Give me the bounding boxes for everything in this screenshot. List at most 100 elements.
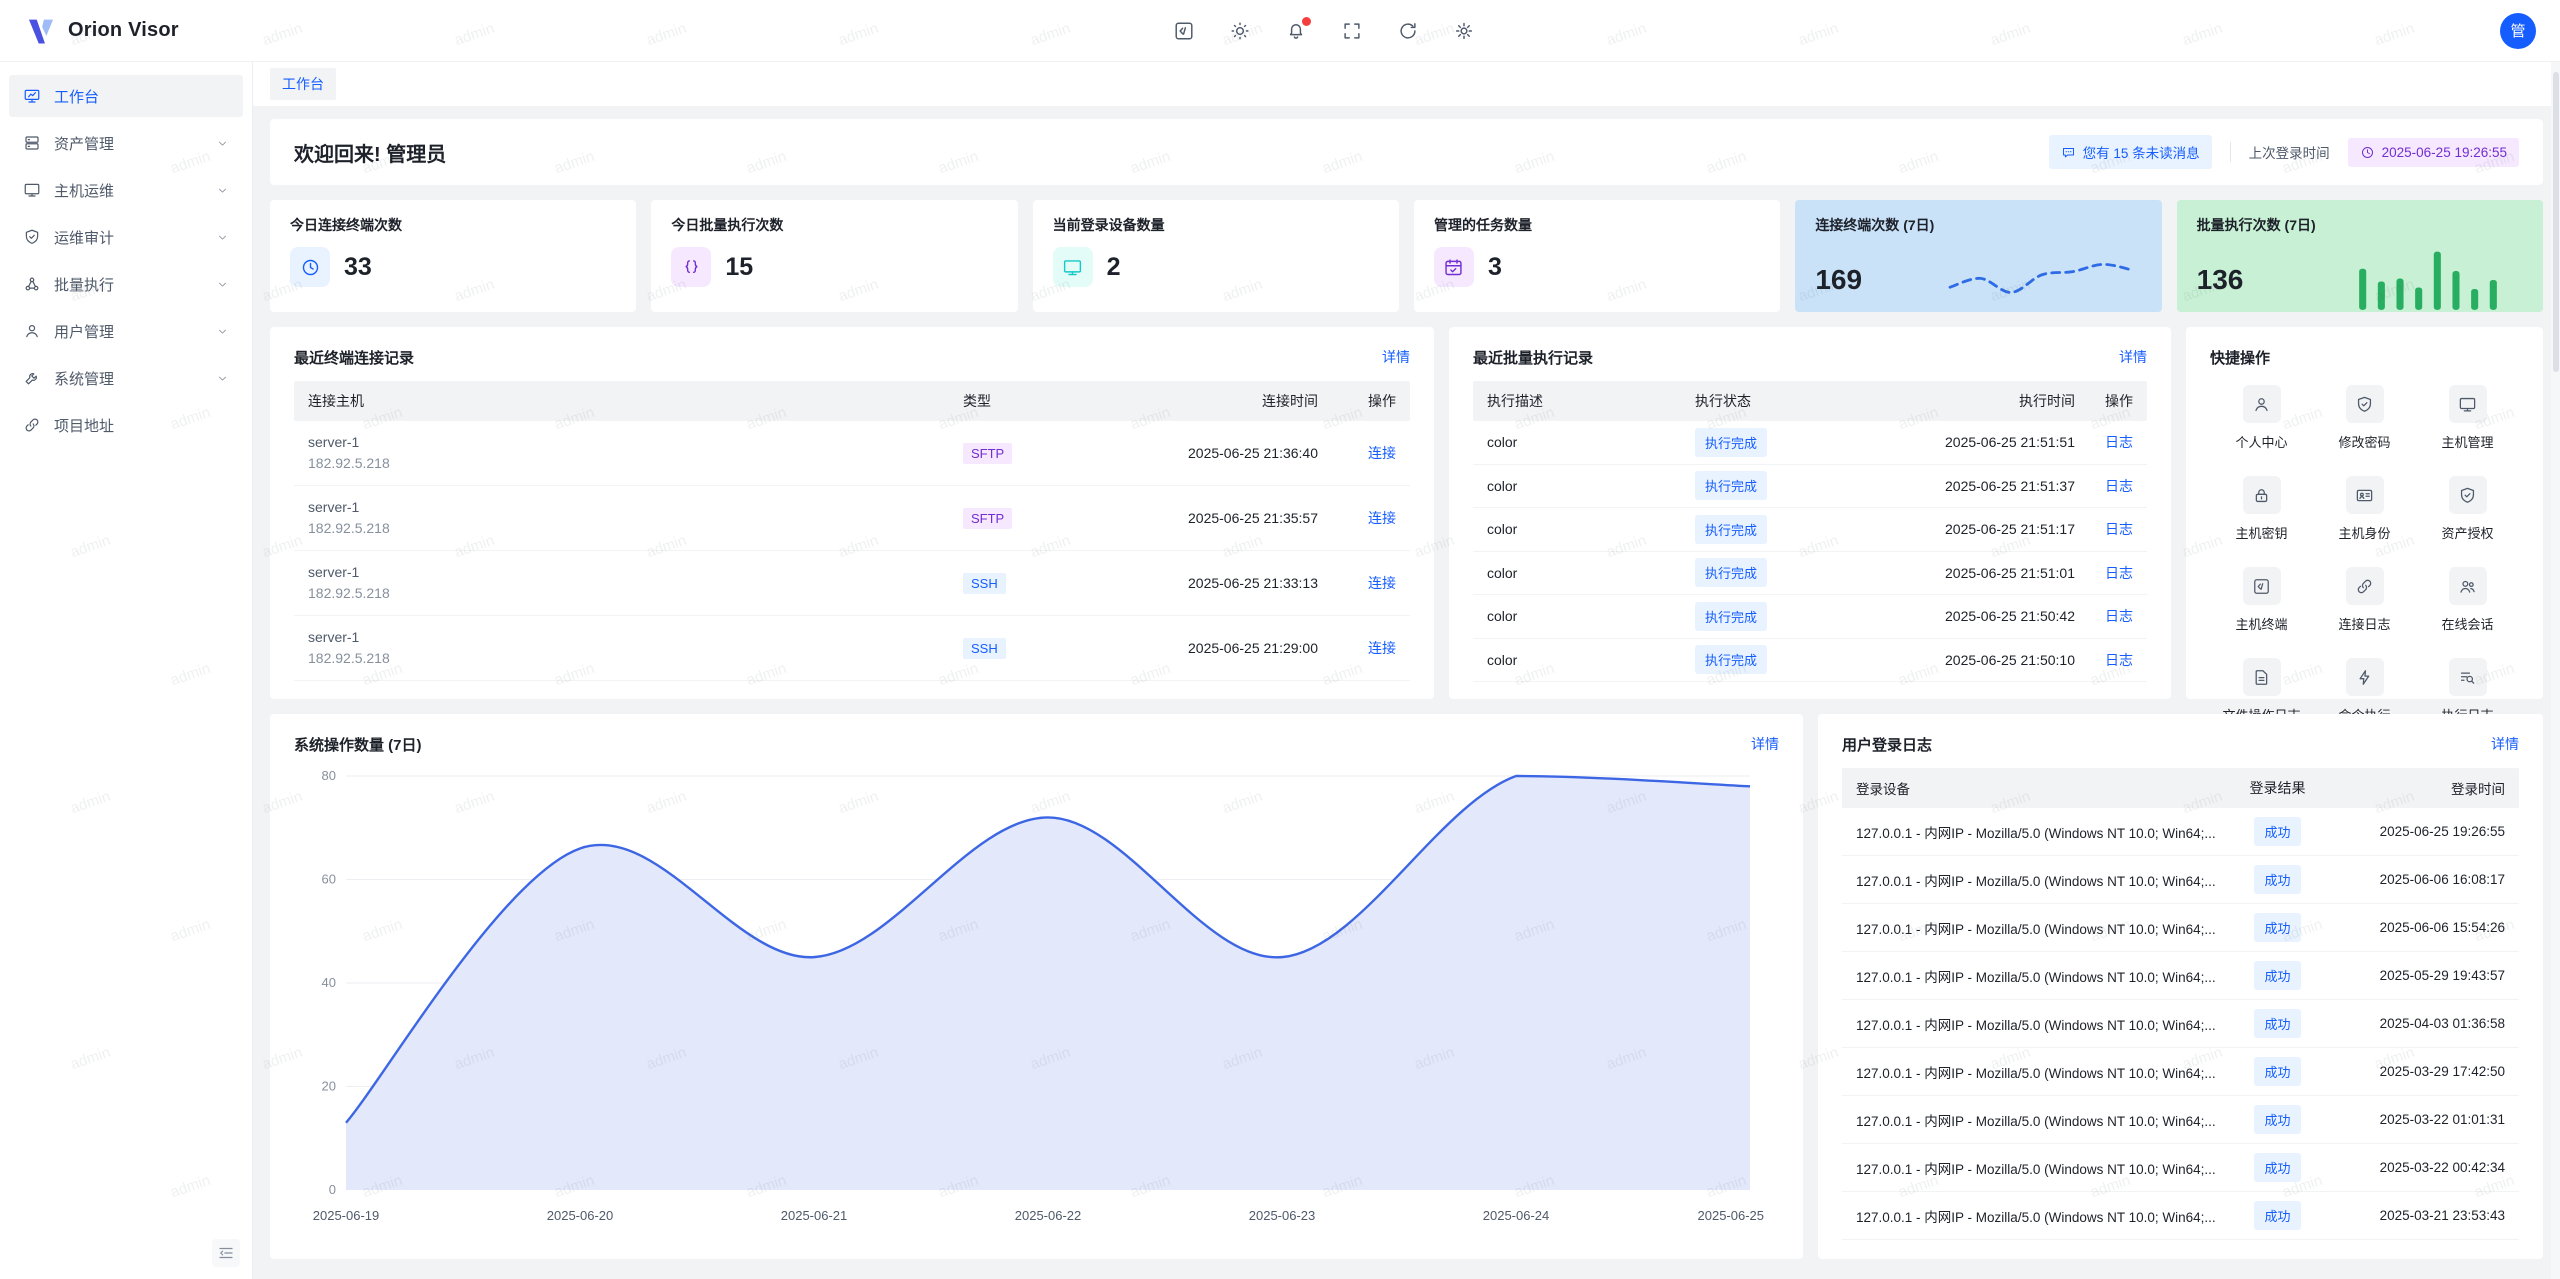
quick-action-label: 主机密钥 <box>2235 523 2287 542</box>
quick-action[interactable]: 资产授权 <box>2416 476 2519 542</box>
sidebar-item[interactable]: 资产管理 <box>9 122 243 164</box>
sidebar-item[interactable]: 项目地址 <box>9 404 243 446</box>
top-header: Orion Visor <box>0 0 2560 62</box>
log-link[interactable]: 日志 <box>2105 478 2133 494</box>
sidebar-item[interactable]: 批量执行 <box>9 263 243 305</box>
sidebar-item[interactable]: 运维审计 <box>9 216 243 258</box>
exec-time: 2025-06-25 21:51:37 <box>1845 478 2075 494</box>
connect-time: 2025-06-25 21:35:57 <box>1083 510 1318 526</box>
quick-action[interactable]: 在线会话 <box>2416 567 2519 633</box>
connect-link[interactable]: 连接 <box>1368 510 1396 526</box>
table-row: color 执行完成 2025-06-25 21:51:17 日志 <box>1473 508 2147 552</box>
code-square-icon <box>1173 20 1195 42</box>
svg-text:80: 80 <box>322 768 336 783</box>
panel-title: 快捷操作 <box>2210 347 2270 368</box>
terminal-7d-sparkline <box>1942 247 2142 313</box>
breadcrumb-item[interactable]: 工作台 <box>270 68 336 100</box>
sidebar-item-label: 系统管理 <box>54 368 216 389</box>
quick-action[interactable]: 连接日志 <box>2313 567 2416 633</box>
log-link[interactable]: 日志 <box>2105 608 2133 624</box>
login-device: 127.0.0.1 - 内网IP - Mozilla/5.0 (Windows … <box>1856 1014 2230 1034</box>
status-badge: 执行完成 <box>1695 558 1767 587</box>
log-link[interactable]: 日志 <box>2105 652 2133 668</box>
login-time: 2025-04-03 01:36:58 <box>2325 1016 2505 1031</box>
terminal-detail-link[interactable]: 详情 <box>1382 347 1410 367</box>
exec-time: 2025-06-25 21:51:01 <box>1845 565 2075 581</box>
last-login-label: 上次登录时间 <box>2230 142 2330 162</box>
exec-desc: color <box>1487 608 1695 624</box>
page-scrollbar[interactable] <box>2551 62 2560 1279</box>
sidebar-item-label: 运维审计 <box>54 227 216 248</box>
message-icon <box>2061 145 2076 160</box>
code-square-icon <box>2252 577 2271 596</box>
exec-time: 2025-06-25 21:50:42 <box>1845 608 2075 624</box>
sidebar-item-label: 资产管理 <box>54 133 216 154</box>
login-detail-link[interactable]: 详情 <box>2491 734 2519 754</box>
quick-action[interactable]: 修改密码 <box>2313 385 2416 451</box>
log-link[interactable]: 日志 <box>2105 565 2133 581</box>
svg-text:2025-06-25: 2025-06-25 <box>1698 1208 1765 1223</box>
chevron-down-icon <box>216 278 229 291</box>
table-row: server-1 182.92.5.218 SSH 2025-06-25 21:… <box>294 616 1410 681</box>
sidebar-item[interactable]: 主机运维 <box>9 169 243 211</box>
exec-time: 2025-06-25 21:51:51 <box>1845 434 2075 450</box>
quick-action[interactable]: 主机身份 <box>2313 476 2416 542</box>
search-list-icon <box>2458 668 2477 687</box>
user-avatar[interactable]: 管 <box>2500 13 2536 49</box>
log-link[interactable]: 日志 <box>2105 434 2133 450</box>
connect-link[interactable]: 连接 <box>1368 640 1396 656</box>
login-time: 2025-06-25 19:26:55 <box>2325 824 2505 839</box>
quick-action[interactable]: 主机终端 <box>2210 567 2313 633</box>
quick-action-label: 在线会话 <box>2441 614 2493 633</box>
scrollbar-thumb[interactable] <box>2553 72 2559 372</box>
chart-detail-link[interactable]: 详情 <box>1751 734 1779 754</box>
exec-detail-link[interactable]: 详情 <box>2119 347 2147 367</box>
host-ip: 182.92.5.218 <box>308 583 963 604</box>
svg-text:2025-06-19: 2025-06-19 <box>313 1208 380 1223</box>
quick-action[interactable]: 主机管理 <box>2416 385 2519 451</box>
fullscreen-icon <box>1341 20 1363 42</box>
batch-icon <box>23 275 41 293</box>
host-ip: 182.92.5.218 <box>308 518 963 539</box>
unread-messages-badge[interactable]: 您有 15 条未读消息 <box>2049 135 2212 169</box>
monitor-icon <box>1062 257 1083 278</box>
table-row: 127.0.0.1 - 内网IP - Mozilla/5.0 (Windows … <box>1842 808 2519 856</box>
bottom-row: 系统操作数量 (7日) 详情 0204060802025-06-192025-0… <box>270 714 2543 1259</box>
table-header: 登录设备 登录结果 登录时间 <box>1842 768 2519 808</box>
connect-link[interactable]: 连接 <box>1368 575 1396 591</box>
status-badge: 执行完成 <box>1695 515 1767 544</box>
log-link[interactable]: 日志 <box>2105 521 2133 537</box>
status-badge: 执行完成 <box>1695 428 1767 457</box>
system-operations-chart: 0204060802025-06-192025-06-202025-06-212… <box>294 762 1766 1232</box>
quick-action-label: 主机管理 <box>2441 432 2493 451</box>
login-device: 127.0.0.1 - 内网IP - Mozilla/5.0 (Windows … <box>1856 918 2230 938</box>
table-row: 127.0.0.1 - 内网IP - Mozilla/5.0 (Windows … <box>1842 904 2519 952</box>
table-row: 127.0.0.1 - 内网IP - Mozilla/5.0 (Windows … <box>1842 1192 2519 1240</box>
chevron-down-icon <box>216 184 229 197</box>
exec-records-panel: 最近批量执行记录 详情 执行描述 执行状态 执行时间 操作 color 执行完成 <box>1449 327 2171 699</box>
quick-action[interactable]: 主机密钥 <box>2210 476 2313 542</box>
file-icon <box>2252 668 2271 687</box>
exec-desc: color <box>1487 652 1695 668</box>
sidebar-item[interactable]: 工作台 <box>9 75 243 117</box>
task-icon <box>1443 257 1464 278</box>
stats-row: 今日连接终端次数 33 今日批量执行次数 15 当前登录设备数量 2 <box>270 200 2543 312</box>
chevron-down-icon <box>216 137 229 150</box>
chain-icon <box>23 416 41 434</box>
connect-link[interactable]: 连接 <box>1368 445 1396 461</box>
collapse-sidebar-button[interactable] <box>212 1239 240 1267</box>
login-result-badge: 成功 <box>2254 865 2300 894</box>
sidebar-item[interactable]: 用户管理 <box>9 310 243 352</box>
status-badge: 执行完成 <box>1695 645 1767 674</box>
quick-action-label: 主机身份 <box>2338 523 2390 542</box>
host-name: server-1 <box>308 432 963 453</box>
workbench-icon <box>23 87 41 105</box>
host-ip: 182.92.5.218 <box>308 648 963 669</box>
chevron-down-icon <box>216 372 229 385</box>
sidebar-item[interactable]: 系统管理 <box>9 357 243 399</box>
gear-icon <box>1453 20 1475 42</box>
login-result-badge: 成功 <box>2254 1201 2300 1230</box>
quick-action[interactable]: 个人中心 <box>2210 385 2313 451</box>
table-row: 127.0.0.1 - 内网IP - Mozilla/5.0 (Windows … <box>1842 952 2519 1000</box>
svg-text:2025-06-20: 2025-06-20 <box>547 1208 614 1223</box>
